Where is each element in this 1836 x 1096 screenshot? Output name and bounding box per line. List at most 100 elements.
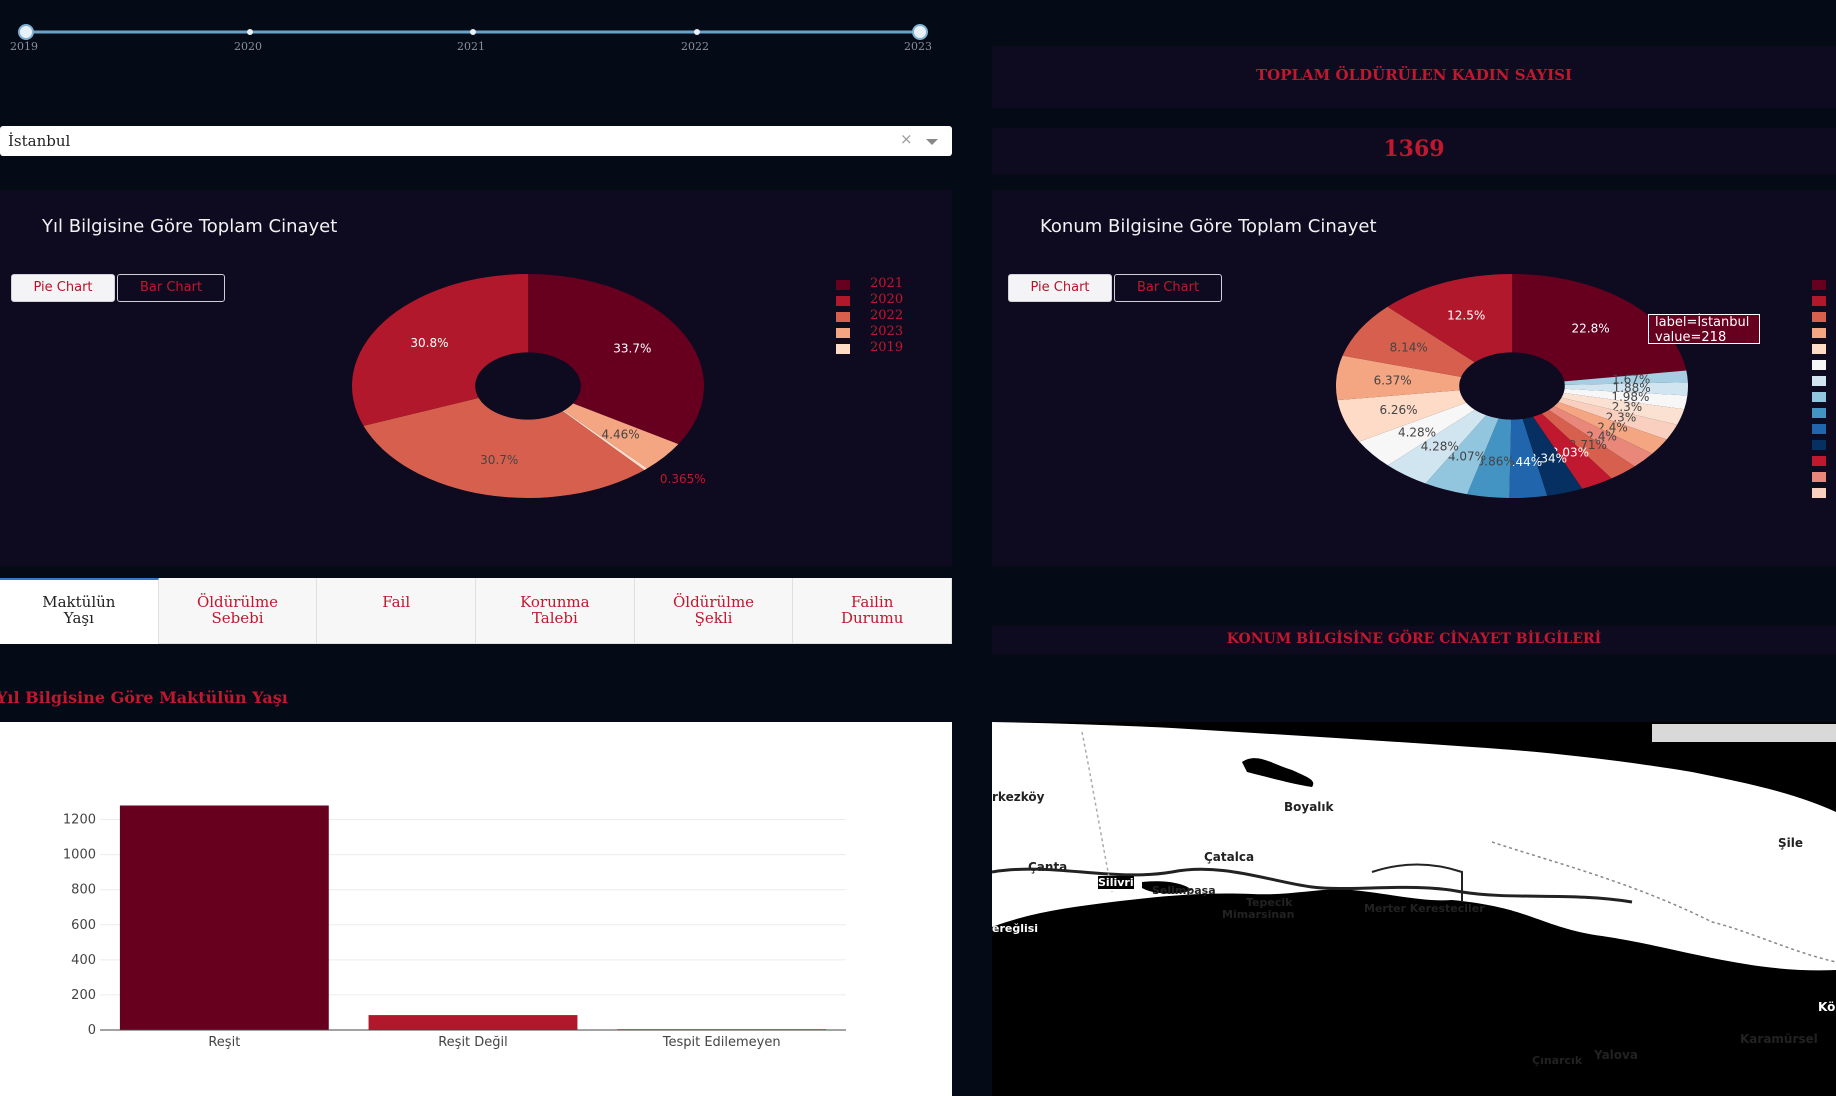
age-bar-chart: 0 200 400 600 800 1000 1200 Reşit Reşit Değil Tes… [63,805,846,1050]
legend-swatch[interactable] [1812,392,1826,402]
legend-swatch[interactable] [1812,456,1826,466]
pie-slice-label: 33.7% [613,342,651,356]
pie-slice-label: 8.14% [1390,341,1428,355]
tab-label: Öldürülme [672,593,755,611]
x-tick-label: Reşit [208,1035,240,1050]
age-section-title: Yıl Bilgisine Göre Maktülün Yaşı [0,688,288,707]
x-tick-label: Reşit Değil [438,1035,508,1050]
legend-swatch[interactable] [836,280,850,290]
pie-slice-label: 6.37% [1374,373,1412,387]
pie-slice-label: 4.28% [1398,425,1436,439]
y-tick-label: 1200 [63,813,96,828]
legend-label[interactable]: 2022 [870,308,903,323]
tab-failin-durumu[interactable]: Failin Durumu [793,578,953,644]
tab-label: Durumu [840,609,904,627]
tooltip-line: value=218 [1655,330,1727,345]
map-place-label: Silivri [1098,876,1134,889]
legend-swatch[interactable] [1812,472,1826,482]
slider-tick-label: 2019 [10,40,38,53]
slider-handle-start [18,24,34,40]
y-tick-label: 200 [71,988,96,1003]
map-place-label: Kö [1818,1000,1836,1014]
legend-label[interactable]: 2020 [870,292,903,307]
pie-slice-label: 22.8% [1572,322,1610,336]
slider-dot [247,29,253,35]
tab-label: Failin [851,593,894,611]
legend-label[interactable]: 2019 [870,340,903,355]
location-section-title: KONUM BİLGİSİNE GÖRE CİNAYET BİLGİLERİ [1226,631,1602,647]
tab-fail[interactable]: Fail [317,578,477,644]
map-place-label: Yalova [1594,1048,1638,1062]
sea-area [992,889,1836,1096]
pie-slice-label: 4.46% [602,427,640,441]
y-tick-label: 1000 [63,848,96,863]
tooltip-line: label=İstanbul [1655,315,1750,330]
tab-label: Sebebi [211,609,264,627]
city-dropdown-value: İstanbul [8,132,71,150]
y-tick-label: 400 [71,953,96,968]
pie-slice-label: 0.365% [660,472,706,486]
year-range-slider[interactable]: 2019 2020 2021 2022 2023 [0,0,952,60]
city-dropdown[interactable]: İstanbul × [0,126,952,156]
chevron-down-icon[interactable] [926,138,938,146]
legend-swatch[interactable] [836,296,850,306]
legend-swatch[interactable] [1812,376,1826,386]
slider-dot [694,29,700,35]
tab-label: Fail [382,593,411,611]
kpi-title: TOPLAM ÖLDÜRÜLEN KADIN SAYISI [1255,66,1572,84]
legend-swatch[interactable] [1812,296,1826,306]
legend-swatch[interactable] [1812,440,1826,450]
slider-tick-label: 2022 [681,40,709,53]
slider-dot [470,29,476,35]
bar[interactable] [119,805,329,1030]
map-place-label: Selimpaşa [1152,884,1216,897]
year-chart-panel: Yıl Bilgisine Göre Toplam Cinayet Pie Ch… [0,190,952,566]
map-place-label: Şile [1778,836,1804,850]
lake [1242,758,1314,787]
legend-swatch[interactable] [1812,280,1826,290]
location-pie-chart: 22.8%1.67%1.88%1.98%2.3%2.3%2.4%2.4%2.71… [1336,274,1688,498]
map-place-label: Boyalık [1284,800,1334,814]
year-pie-chart: 33.7% 4.46% 0.365% 30.7% 30.8% [352,274,706,498]
kpi-value-panel: 1369 [992,128,1836,174]
tab-label: Öldürülme [196,593,279,611]
location-chart-panel: Konum Bilgisine Göre Toplam Cinayet Pie … [992,190,1836,566]
tab-korunma-talebi[interactable]: Korunma Talebi [476,578,635,644]
legend-swatch[interactable] [836,344,850,354]
pie-slice-label: 6.26% [1379,403,1417,417]
age-bar-chart-panel: 0 200 400 600 800 1000 1200 Reşit Reşit Değil Tes… [0,722,952,1096]
map-toolbar [1652,724,1836,742]
tab-label: Maktülün [42,593,116,611]
legend-swatch[interactable] [836,328,850,338]
legend-swatch[interactable] [1812,328,1826,338]
y-tick-label: 0 [88,1023,96,1038]
legend-swatch[interactable] [1812,312,1826,322]
tab-label: Korunma [520,593,590,611]
tab-label: Talebi [531,609,578,627]
map-place-label: Merter Keresteciler [1364,902,1485,915]
legend-swatch[interactable] [1812,360,1826,370]
legend-swatch[interactable] [1812,424,1826,434]
legend-swatch[interactable] [1812,344,1826,354]
map-place-label: ereğlisi [992,922,1039,935]
tab-maktulun-yasi[interactable]: Maktülün Yaşı [0,578,159,644]
pie-tooltip: label=İstanbul value=218 [1648,314,1760,345]
istanbul-map[interactable]: rkezköy Boyalık Çatalca Çanta Silivri Se… [992,722,1836,1096]
clear-icon[interactable]: × [900,130,913,148]
bar[interactable] [368,1015,578,1030]
legend-swatch[interactable] [1812,488,1826,498]
legend-swatch[interactable] [836,312,850,322]
tab-oldurulme-sekli[interactable]: Öldürülme Şekli [634,578,794,644]
legend-swatch[interactable] [1812,408,1826,418]
legend-label[interactable]: 2021 [870,276,903,291]
legend-label[interactable]: 2023 [870,324,903,339]
slider-handle-end [912,24,928,40]
slider-tick-label: 2023 [904,40,932,53]
tab-oldurulme-sebebi[interactable]: Öldürülme Sebebi [158,578,318,644]
kpi-value: 1369 [1383,136,1445,162]
tab-label: Şekli [694,609,733,627]
slider-tick-label: 2021 [457,40,485,53]
road [1081,731,1113,893]
y-tick-label: 800 [71,883,96,898]
pie-slice-label: 4.28% [1421,440,1459,454]
